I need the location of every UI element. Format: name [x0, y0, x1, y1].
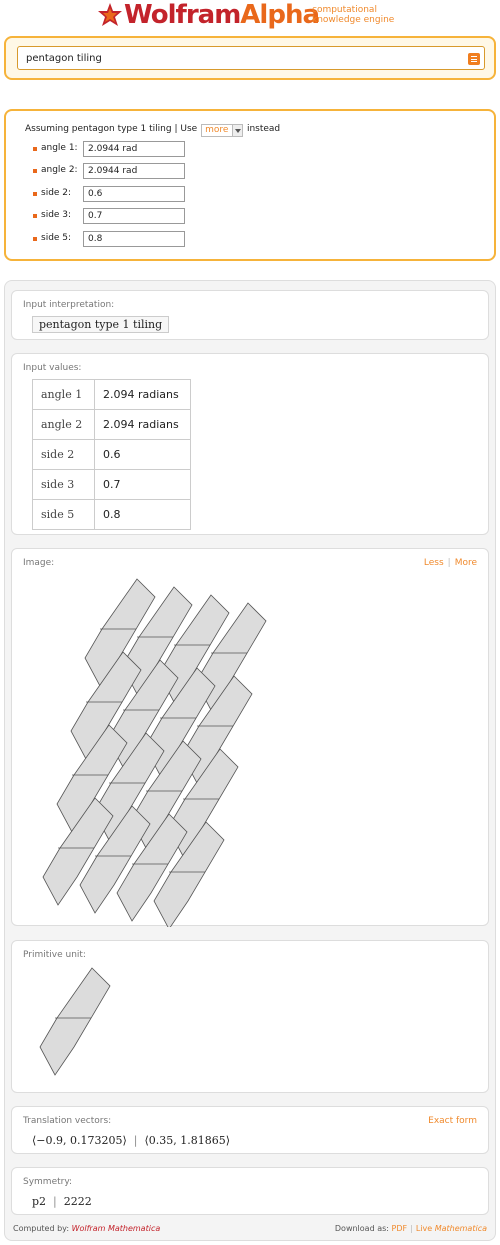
param-input-side-5[interactable]	[83, 231, 185, 247]
bullet-icon	[33, 214, 37, 218]
param-input-side-3[interactable]	[83, 208, 185, 224]
assumption-text: Assuming pentagon type 1 tiling	[25, 124, 172, 134]
live-mathematica-label: Mathematica	[434, 1224, 487, 1233]
param-input-angle-2[interactable]	[83, 163, 185, 179]
use-label: Use	[180, 124, 198, 134]
brand-mathematica: Mathematica	[107, 1224, 161, 1233]
table-row: angle 2 2.094 radians	[32, 409, 191, 440]
table-cell-label: angle 1	[32, 379, 95, 410]
separator: |	[410, 1224, 413, 1233]
tagline-line-2: knowledge engine	[312, 15, 395, 25]
table-row: side 2 0.6	[32, 439, 191, 470]
results-panel: Input interpretation: pentagon type 1 ti…	[4, 280, 496, 1241]
table-cell-value: 0.7	[94, 469, 191, 500]
vector-2: ⟨0.35, 1.81865⟩	[144, 1134, 231, 1147]
assumption-separator: |	[174, 124, 178, 134]
primitive-unit-image	[39, 967, 111, 1076]
symmetry-group: p2	[32, 1195, 47, 1208]
table-row: angle 1 2.094 radians	[32, 379, 191, 410]
table-cell-label: angle 2	[32, 409, 95, 440]
brand-wolfram: Wolfram	[71, 1224, 106, 1233]
logo-wolfram-text: Wolfram	[124, 0, 241, 30]
table-cell-value: 0.6	[94, 439, 191, 470]
chevron-down-icon[interactable]	[232, 125, 243, 136]
assumption-select-value: more	[205, 125, 229, 135]
assumption-line: Assuming pentagon type 1 tiling | Use mo…	[25, 123, 281, 137]
header: WolframAlpha computational knowledge eng…	[0, 0, 500, 34]
pod-primitive-unit: Primitive unit:	[11, 940, 489, 1093]
wolfram-star-logo-icon	[98, 3, 122, 26]
computed-by: Computed by: Wolfram Mathematica	[13, 1224, 160, 1233]
pod-image: Image: Less | More	[11, 548, 489, 927]
input-values-table: angle 1 2.094 radians angle 2 2.094 radian…	[32, 379, 191, 530]
bullet-icon	[33, 192, 37, 196]
live-mathematica-link[interactable]: Live Mathematica	[416, 1224, 487, 1233]
separator: |	[133, 1134, 138, 1147]
vector-1: ⟨−0.9, 0.173205⟩	[32, 1134, 127, 1147]
tiling-image	[42, 578, 267, 927]
pod-title: Translation vectors:	[23, 1116, 112, 1126]
separator: |	[53, 1195, 57, 1208]
assumption-panel: Assuming pentagon type 1 tiling | Use mo…	[4, 109, 496, 261]
search-input[interactable]	[17, 46, 485, 70]
param-label: side 3:	[41, 210, 72, 220]
exact-form-link[interactable]: Exact form	[428, 1116, 477, 1126]
param-input-angle-1[interactable]	[83, 141, 185, 157]
translation-vectors-value: ⟨−0.9, 0.173205⟩ | ⟨0.35, 1.81865⟩	[32, 1134, 230, 1147]
pod-input-interpretation: Input interpretation: pentagon type 1 ti…	[11, 290, 489, 340]
param-label: angle 1:	[41, 143, 78, 153]
pod-actions: Exact form	[428, 1116, 477, 1126]
table-row: side 5 0.8	[32, 499, 191, 530]
symmetry-value: p2 | 2222	[32, 1195, 92, 1208]
bullet-icon	[33, 169, 37, 173]
param-input-side-2[interactable]	[83, 186, 185, 202]
tagline-line-1: computational	[312, 5, 377, 15]
table-cell-value: 2.094 radians	[94, 379, 191, 410]
live-label: Live	[415, 1224, 433, 1233]
table-cell-label: side 5	[32, 499, 95, 530]
orbifold-notation: 2222	[63, 1195, 92, 1208]
param-label: angle 2:	[41, 165, 78, 175]
download-as-label: Download as:	[334, 1224, 389, 1233]
table-cell-value: 0.8	[94, 499, 191, 530]
pod-title: Symmetry:	[23, 1177, 73, 1187]
table-cell-value: 2.094 radians	[94, 409, 191, 440]
tagline: computational knowledge engine	[312, 5, 394, 25]
pod-input-values: Input values: angle 1 2.094 radians angle…	[11, 353, 489, 535]
interpretation-value: pentagon type 1 tiling	[32, 316, 170, 333]
table-row: side 3 0.7	[32, 469, 191, 500]
bullet-icon	[33, 237, 37, 241]
pentagon-tile-pair	[39, 967, 111, 1076]
pdf-link[interactable]: PDF	[392, 1224, 408, 1233]
download-as: Download as: PDF | Live Mathematica	[335, 1224, 487, 1233]
pod-title: Input interpretation:	[23, 300, 115, 310]
param-label: side 5:	[41, 233, 72, 243]
search-bar	[4, 36, 496, 80]
instead-label: instead	[246, 124, 281, 134]
wolframalpha-logo[interactable]: WolframAlpha	[124, 0, 320, 30]
table-cell-label: side 3	[32, 469, 95, 500]
computed-by-label: Computed by:	[13, 1224, 70, 1233]
pod-symmetry: Symmetry: p2 | 2222	[11, 1167, 489, 1215]
pod-title: Input values:	[23, 363, 82, 373]
logo-alpha-text: Alpha	[240, 0, 320, 30]
assumption-select[interactable]: more	[201, 124, 244, 137]
menu-icon[interactable]	[468, 53, 480, 65]
bullet-icon	[33, 147, 37, 151]
wolfram-mathematica-link[interactable]: Wolfram Mathematica	[72, 1224, 161, 1233]
pod-translation-vectors: Translation vectors: Exact form ⟨−0.9, 0…	[11, 1106, 489, 1154]
param-label: side 2:	[41, 188, 72, 198]
table-cell-label: side 2	[32, 439, 95, 470]
